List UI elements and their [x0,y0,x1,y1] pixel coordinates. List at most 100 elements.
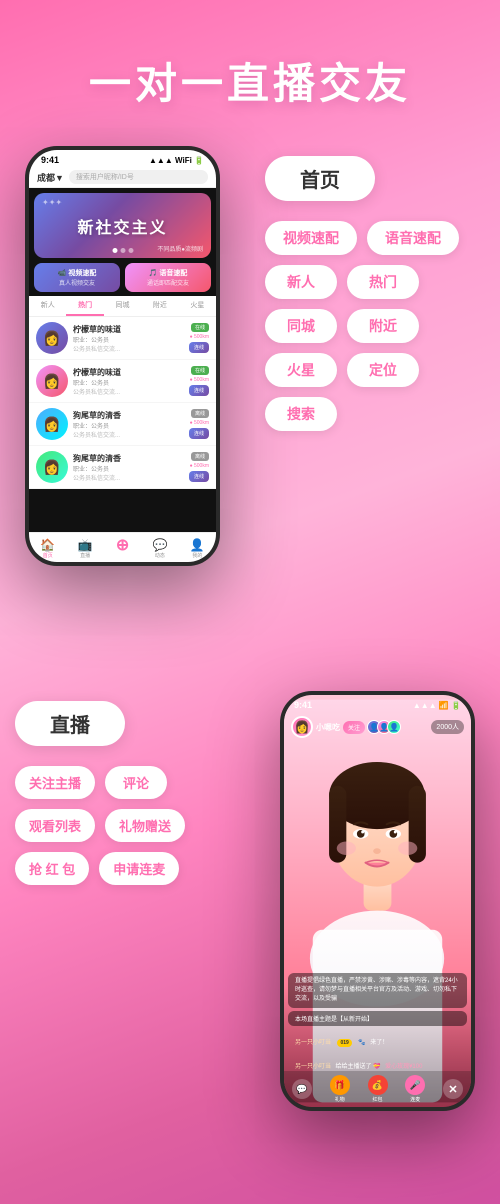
app-container: 一对一直播交友 9:41 ▲▲▲ WiFi 🔋 成都▼ 搜索用户昵称/ID号 ✦… [0,0,500,1204]
chat-user-4: 另一只小叮当 [295,1064,331,1070]
bottom-nav-profile[interactable]: 👤我的 [179,538,216,559]
feature-search[interactable]: 搜索 [265,397,337,431]
location-display[interactable]: 成都▼ [37,171,64,184]
user-avatar-3: 👩 [36,408,68,440]
feature-new[interactable]: 新人 [265,265,337,299]
feature-audio-match[interactable]: 语音速配 [367,221,459,255]
phone-banner: ✦✦✦ 新社交主义 不同品质●流频剧 [34,193,211,258]
feature-follow-streamer[interactable]: 关注主播 [15,766,95,799]
chat-coin-badge: 019 [337,1039,351,1047]
live-feature-tags: 关注主播 评论 观看列表 礼物赠送 抢 红 包 申请连麦 [15,766,235,885]
live-follow-btn[interactable]: 关注 [343,721,365,734]
search-bar[interactable]: 搜索用户昵称/ID号 [69,170,208,184]
feature-view-list[interactable]: 观看列表 [15,809,95,842]
status-online-1: 在线 [191,323,209,332]
distance-2: ● 500km [190,377,209,383]
live-user-avatar: 👩 [291,716,313,738]
feature-location[interactable]: 定位 [347,353,419,387]
user-job-3: 职业：公务员 [73,421,184,430]
tab-mars[interactable]: 火星 [179,296,216,316]
chat-text-1: 直播提倡绿色直播，严禁涉黄、涉赌、涉毒等内容，遮背24小时巡查，请勿梦与直播相关… [295,977,460,1004]
banner-main-text: 新社交主义 [77,214,167,238]
feature-red-packet[interactable]: 抢 红 包 [15,852,89,885]
connect-btn-2[interactable]: 连线 [189,385,209,396]
user-name-1: 柠檬草的味道 [73,324,184,335]
feature-nearby[interactable]: 附近 [347,309,419,343]
tab-nearby[interactable]: 附近 [141,296,178,316]
phone-mockup-2: 9:41 ▲▲▲ 📶 🔋 👩 小嗯吃 关注 👤 👤 👤 [280,691,475,1111]
status-bar-1: 9:41 ▲▲▲ WiFi 🔋 [29,150,216,167]
redpacket-icon-btn[interactable]: 💰 红包 [368,1075,388,1103]
main-title: 一对一直播交友 [20,50,480,111]
feature-tags-grid: 视频速配 语音速配 新人 热门 同城 附近 火星 定位 搜索 [265,221,485,431]
feature-video-match[interactable]: 视频速配 [265,221,357,255]
connect-btn-1[interactable]: 连线 [189,342,209,353]
user-desc-3: 公务员私信交流... [73,430,184,439]
live-phone-screen: 9:41 ▲▲▲ 📶 🔋 👩 小嗯吃 关注 👤 👤 👤 [284,695,471,1107]
user-desc-2: 公务员私信交流... [73,387,184,396]
live-section: 直播 关注主播 评论 观看列表 礼物赠送 抢 红 包 申请连麦 [0,681,500,1161]
live-top-bar: 👩 小嗯吃 关注 👤 👤 👤 2000人 [284,713,471,741]
quick-buttons: 📹 视频速配 真人视频交友 🎵 语音速配 通话即匹配交友 [29,263,216,296]
chat-heart-icon: 💝 [373,1064,380,1070]
user-name-4: 狗尾草的清香 [73,453,184,464]
user-name-2: 柠檬草的味道 [73,367,184,378]
live-time: 9:41 [294,700,312,710]
bottom-nav-1: 🏠首页 📺直播 ⊕ 💬动态 👤我的 [29,532,216,562]
status-online-2: 在线 [191,366,209,375]
connect-btn-4[interactable]: 连线 [189,471,209,482]
user-job-4: 职业：公务员 [73,464,184,473]
user-item-4[interactable]: 👩 狗尾草的清香 职业：公务员 公务员私信交流... 离线 ● 500km 连线 [29,446,216,489]
phone-nav-1: 成都▼ 搜索用户昵称/ID号 [29,167,216,188]
audio-match-btn[interactable]: 🎵 语音速配 通话即匹配交友 [125,263,211,292]
banner-sub-text: 不同品质●流频剧 [157,244,203,253]
viewer-count: 2000人 [431,720,464,734]
gift-icon-btn[interactable]: 🎁 礼物 [330,1075,350,1103]
close-icon-btn[interactable]: ✕ [443,1079,463,1099]
title-section: 一对一直播交友 [0,0,500,141]
feature-city[interactable]: 同城 [265,309,337,343]
live-bottom-bar: 💬 🎁 礼物 💰 红包 🎤 连麦 ✕ [284,1071,471,1107]
mic-icon-btn[interactable]: 🎤 连麦 [405,1075,425,1103]
user-desc-4: 公务员私信交流... [73,473,184,482]
feature-connect-mic[interactable]: 申请连麦 [99,852,179,885]
tab-new[interactable]: 新人 [29,296,66,316]
live-features-panel: 直播 关注主播 评论 观看列表 礼物赠送 抢 红 包 申请连麦 [15,701,235,885]
user-avatar-1: 👩 [36,322,68,354]
banner-dots [112,248,133,253]
status-offline-4: 离线 [191,452,209,461]
chat-user-3: 另一只小叮当 [295,1040,331,1046]
user-job-2: 职业：公务员 [73,378,184,387]
video-match-btn[interactable]: 📹 视频速配 真人视频交友 [34,263,120,292]
bottom-nav-center[interactable]: ⊕ [104,538,141,559]
feature-hot[interactable]: 热门 [347,265,419,299]
chat-text-2: 本场直播主题是【从新开始】 [295,1014,460,1023]
chat-bubble-3: 另一只小叮当 019 🐾 来了！ [288,1029,467,1051]
bottom-nav-dynamic[interactable]: 💬动态 [141,538,178,559]
feature-mars[interactable]: 火星 [265,353,337,387]
bottom-nav-live[interactable]: 📺直播 [66,538,103,559]
chat-paw-icon: 🐾 [358,1040,365,1046]
tab-hot[interactable]: 热门 [66,296,103,316]
feature-comment[interactable]: 评论 [105,766,167,799]
user-item-3[interactable]: 👩 狗尾草的清香 职业：公务员 公务员私信交流... 离线 ● 500km 连线 [29,403,216,446]
feature-gift[interactable]: 礼物赠送 [105,809,185,842]
user-job-1: 职业：公务员 [73,335,184,344]
chat-text-4: 给给主播送了 [335,1064,373,1070]
chat-text-3: 来了！ [370,1040,388,1046]
user-list: 👩 柠檬草的味道 职业：公务员 公务员私信交流... 在线 ● 500km 连线… [29,317,216,489]
chat-icon-btn[interactable]: 💬 [292,1079,312,1099]
bottom-nav-home[interactable]: 🏠首页 [29,538,66,559]
live-section-badge: 直播 [15,701,125,746]
connect-btn-3[interactable]: 连线 [189,428,209,439]
user-desc-1: 公务员私信交流... [73,344,184,353]
home-section-badge: 首页 [265,156,375,201]
feature-section: 9:41 ▲▲▲ WiFi 🔋 成都▼ 搜索用户昵称/ID号 ✦✦✦ 新社交主义… [0,141,500,661]
user-item-2[interactable]: 👩 柠檬草的味道 职业：公务员 公务员私信交流... 在线 ● 500km 连线 [29,360,216,403]
status-offline-3: 离线 [191,409,209,418]
user-item-1[interactable]: 👩 柠檬草的味道 职业：公务员 公务员私信交流... 在线 ● 500km 连线 [29,317,216,360]
live-status-bar: 9:41 ▲▲▲ 📶 🔋 [284,695,471,712]
banner-stars: ✦✦✦ [42,198,62,207]
tab-city[interactable]: 同城 [104,296,141,316]
user-avatar-4: 👩 [36,451,68,483]
